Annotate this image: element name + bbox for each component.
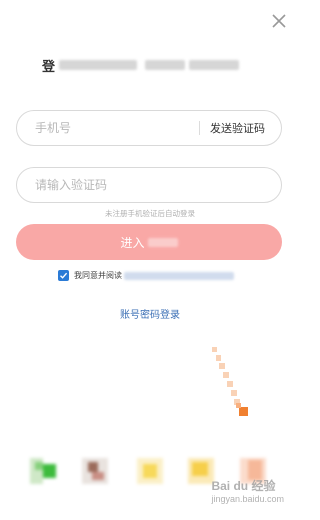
- login-screen: 登 发送验证码 未注册手机验证后自动登录 进入 我同意并阅读 账号密码登录: [0, 0, 300, 520]
- login-button[interactable]: 进入: [16, 224, 282, 260]
- title-prefix: 登: [42, 59, 56, 75]
- close-icon[interactable]: [268, 10, 290, 32]
- login-button-label: 进入: [120, 235, 145, 250]
- agreement-link-blurred[interactable]: [124, 271, 234, 280]
- page-title: 登: [42, 52, 260, 78]
- send-code-button[interactable]: 发送验证码: [210, 120, 265, 136]
- baidu-jingyan-watermark: Bai du 经验 jingyan.baidu.com: [211, 477, 284, 504]
- title-blurred-text: [59, 60, 138, 70]
- login-button-blurred-text: [147, 237, 178, 247]
- avatar-icon[interactable]: [82, 458, 108, 484]
- wechat-icon[interactable]: [30, 458, 56, 484]
- password-login-link[interactable]: 账号密码登录: [0, 306, 300, 321]
- agreement-row: 我同意并阅读: [58, 270, 234, 281]
- code-input[interactable]: [17, 177, 281, 193]
- agreement-checkbox[interactable]: [58, 270, 69, 281]
- phone-field: 发送验证码: [16, 110, 282, 146]
- yellow-app-icon[interactable]: [137, 458, 163, 484]
- agreement-text: 我同意并阅读: [74, 271, 122, 280]
- field-divider: [199, 121, 200, 135]
- watermark-text: Bai du 经验: [211, 479, 276, 493]
- annotation-arrow-icon: [212, 347, 248, 416]
- watermark-sub: jingyan.baidu.com: [211, 494, 284, 504]
- title-blurred-text-3: [189, 60, 240, 70]
- title-blurred-text-2: [145, 60, 186, 70]
- phone-input[interactable]: [17, 120, 199, 136]
- auto-login-hint: 未注册手机验证后自动登录: [105, 209, 195, 218]
- yellow-app-icon-2[interactable]: [188, 458, 214, 484]
- code-field: [16, 167, 282, 203]
